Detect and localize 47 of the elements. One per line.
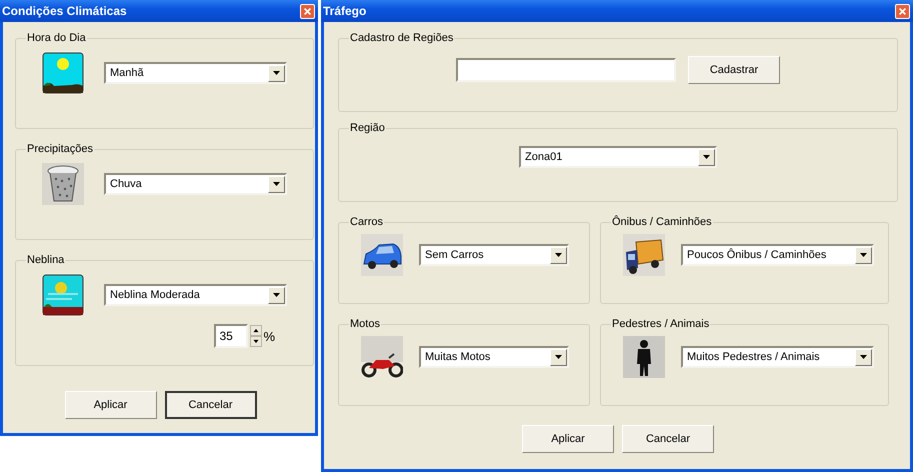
caret-icon xyxy=(272,291,281,299)
unit-label: % xyxy=(263,328,275,344)
spin-up-icon[interactable] xyxy=(250,325,262,336)
dropdown[interactable]: Poucos Ônibus / Caminhões xyxy=(681,244,874,266)
sun-landscape-icon xyxy=(42,52,84,94)
dropdown[interactable]: Sem Carros xyxy=(419,244,569,266)
dropdown[interactable]: Neblina Moderada xyxy=(104,284,287,306)
group-label: Ônibus / Caminhões xyxy=(611,216,713,228)
caret-icon xyxy=(272,69,281,77)
caret-icon xyxy=(272,180,281,188)
fog-landscape-icon xyxy=(42,274,84,316)
caret-icon xyxy=(554,251,563,259)
window-title: Condições Climáticas xyxy=(2,4,127,18)
group-label: Neblina xyxy=(26,254,66,266)
caret-icon xyxy=(859,353,868,361)
group-label: Região xyxy=(349,122,386,134)
button[interactable]: Cadastrar xyxy=(688,56,780,84)
default-button[interactable]: Cancelar xyxy=(164,391,256,419)
caret-icon xyxy=(554,353,563,361)
dropdown[interactable]: Chuva xyxy=(104,173,287,195)
group-label: Motos xyxy=(349,318,381,330)
group-label: Precipitações xyxy=(26,143,94,155)
number-field[interactable]: 35 xyxy=(214,324,248,348)
group-label: Carros xyxy=(349,216,384,228)
motorcycle-icon xyxy=(361,336,403,378)
dropdown[interactable]: Zona01 xyxy=(519,146,717,168)
close-icon xyxy=(898,6,907,16)
button[interactable]: Cancelar xyxy=(622,425,714,453)
group-label: Pedestres / Animais xyxy=(611,318,710,330)
window-title: Tráfego xyxy=(323,4,366,18)
group-label: Hora do Dia xyxy=(26,32,87,44)
spin-down-icon[interactable] xyxy=(250,336,262,347)
close-button[interactable] xyxy=(895,4,910,18)
dropdown[interactable]: Muitos Pedestres / Animais xyxy=(681,346,874,368)
close-button[interactable] xyxy=(300,4,315,18)
caret-icon xyxy=(859,251,868,259)
button[interactable]: Aplicar xyxy=(64,391,156,419)
input-field[interactable] xyxy=(456,58,676,82)
button[interactable]: Aplicar xyxy=(522,425,614,453)
person-icon xyxy=(623,336,665,378)
close-icon xyxy=(303,6,312,16)
caret-icon xyxy=(702,153,711,161)
group-label: Cadastro de Regiões xyxy=(349,32,454,44)
truck-icon xyxy=(623,234,665,276)
dropdown[interactable]: Muitas Motos xyxy=(419,346,569,368)
dropdown[interactable]: Manhã xyxy=(104,62,287,84)
car-icon xyxy=(361,234,403,276)
